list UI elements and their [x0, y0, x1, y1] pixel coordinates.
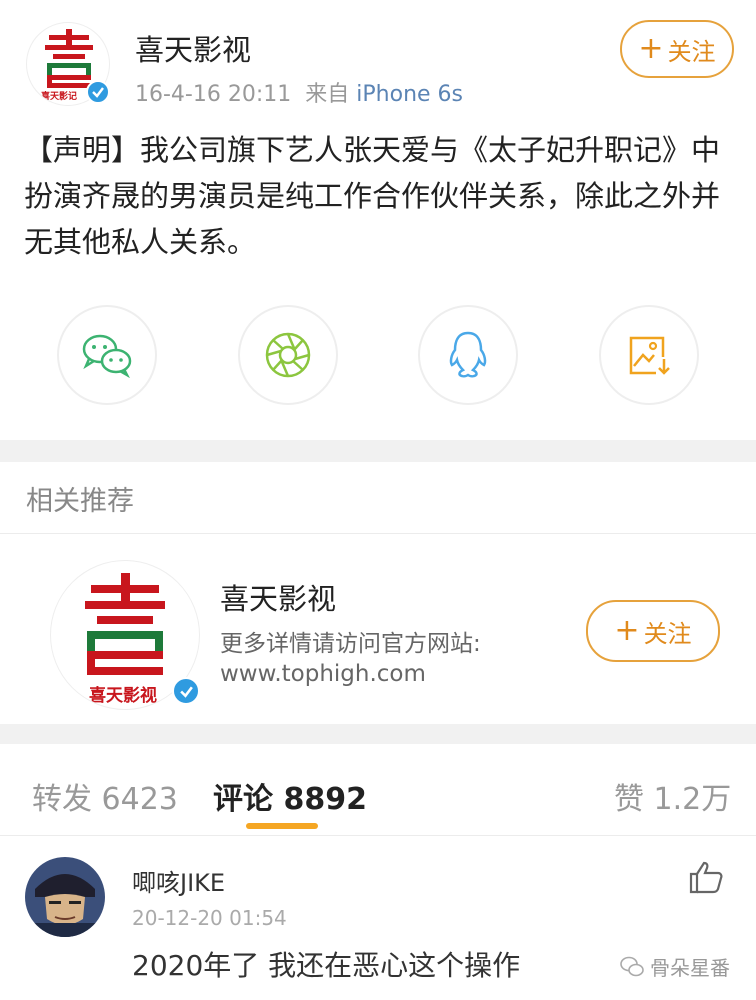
qq-icon — [449, 331, 487, 378]
logo-caption: 喜天影视 — [89, 686, 157, 706]
share-qq-button[interactable] — [418, 305, 518, 405]
active-tab-indicator — [246, 823, 318, 829]
author-name[interactable]: 喜天影视 — [135, 27, 251, 69]
wechat-icon — [82, 334, 132, 378]
section-gap — [0, 440, 756, 462]
plus-icon: + — [638, 31, 664, 66]
verified-badge-icon — [172, 677, 200, 705]
share-wechat-button[interactable] — [57, 305, 157, 405]
save-image-button[interactable] — [599, 305, 699, 405]
comment-like-button[interactable] — [688, 860, 724, 898]
comment-time: 20-12-20 01:54 — [132, 906, 287, 930]
tab-comments[interactable]: 评论 8892 — [213, 774, 367, 818]
follow-button[interactable]: + 关注 — [620, 20, 734, 78]
post-date: 16-4-16 20:11 — [135, 82, 292, 107]
tab-repost[interactable]: 转发 6423 — [32, 774, 178, 818]
related-desc-line2[interactable]: www.tophigh.com — [220, 657, 426, 691]
user-avatar-icon — [25, 857, 105, 937]
wechat-icon — [620, 956, 644, 976]
follow-label: 关注 — [643, 619, 692, 648]
post-meta: 16-4-16 20:11 来自 iPhone 6s — [135, 76, 463, 108]
source-device[interactable]: iPhone 6s — [356, 82, 463, 107]
comment-avatar[interactable] — [25, 857, 105, 937]
thumbs-up-icon — [689, 861, 723, 894]
verified-badge-icon — [86, 80, 110, 104]
plus-icon: + — [614, 613, 640, 648]
comment-text: 2020年了 我还在恶心这个操作 — [132, 949, 521, 982]
moments-icon — [265, 332, 311, 378]
divider — [0, 835, 756, 836]
logo-caption: 喜天影记 — [41, 92, 78, 102]
section-gap — [0, 724, 756, 744]
source-prefix: 来自 — [305, 82, 350, 107]
divider — [0, 533, 756, 534]
tab-likes[interactable]: 赞 1.2万 — [614, 774, 731, 818]
related-desc-line1: 更多详情请访问官方网站: — [220, 631, 481, 657]
save-image-icon — [629, 336, 670, 375]
share-moments-button[interactable] — [238, 305, 338, 405]
watermark: 骨朵星番 — [620, 952, 730, 981]
related-follow-button[interactable]: + 关注 — [586, 600, 720, 662]
related-name[interactable]: 喜天影视 — [220, 576, 336, 618]
comment-username[interactable]: 唧咳JIKE — [132, 863, 225, 898]
follow-label: 关注 — [667, 37, 716, 66]
post-text: 【声明】我公司旗下艺人张天爱与《太子妃升职记》中扮演齐晟的男演员是纯工作合作伙伴… — [24, 133, 721, 259]
related-section-title: 相关推荐 — [26, 486, 134, 517]
watermark-text: 骨朵星番 — [650, 956, 730, 980]
